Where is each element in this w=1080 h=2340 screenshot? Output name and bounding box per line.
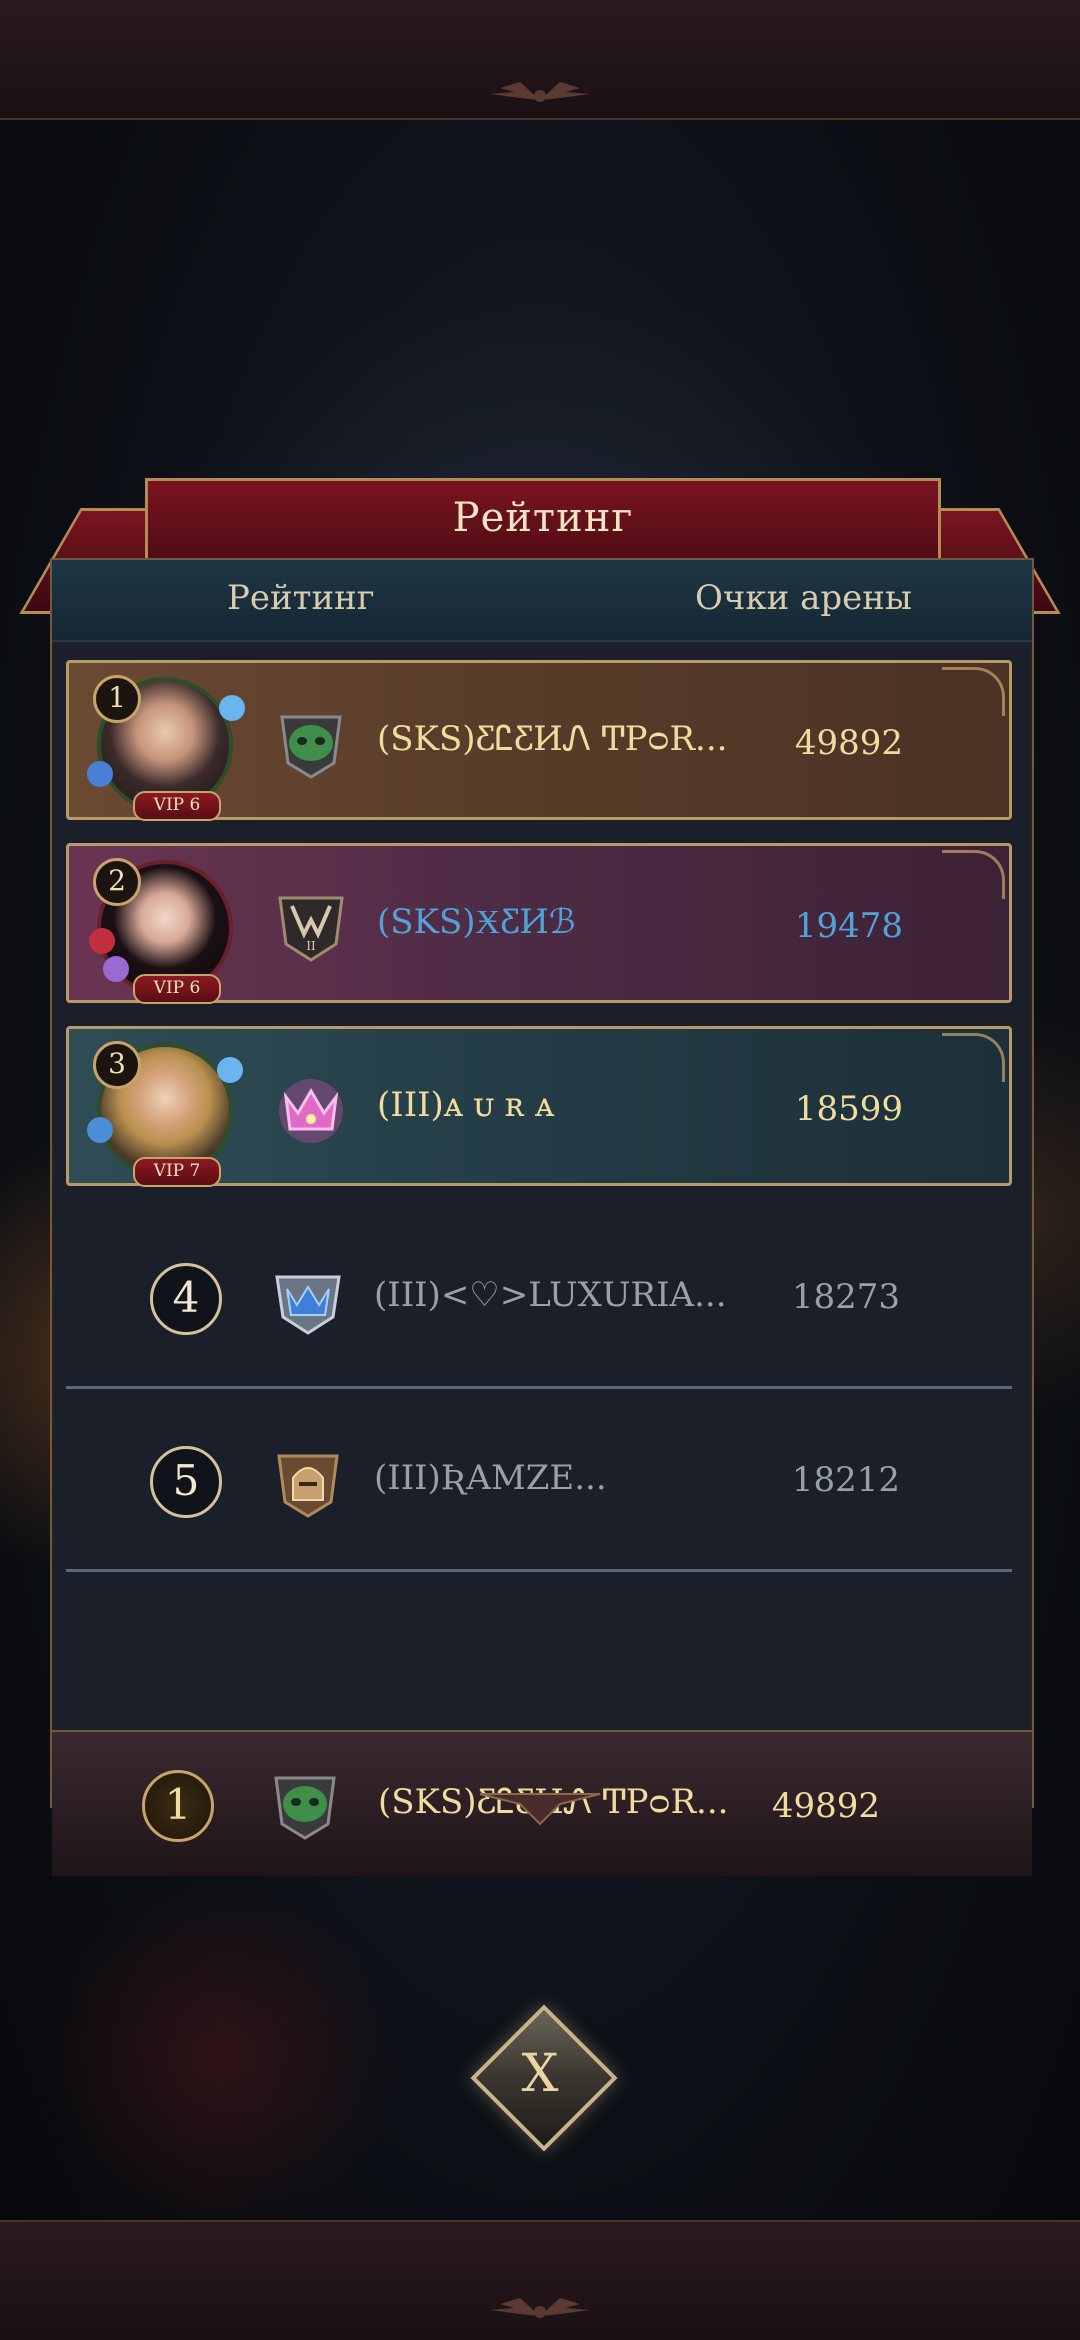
- arena-points: 49892: [794, 723, 904, 763]
- corner-flourish-icon: [942, 850, 1005, 899]
- vip-badge: VIP 6: [133, 791, 221, 821]
- dialog-title: Рейтинг: [452, 495, 634, 541]
- flower-icon: [89, 928, 115, 954]
- bat-ornament-icon: [490, 82, 590, 102]
- ranking-row-1[interactable]: 1 VIP 6 (SKS)ƸᏝƸИᏁ ͲРᴑR... 49892: [66, 660, 1012, 821]
- header-rank: Рейтинг: [227, 578, 375, 618]
- arena-points: 18273: [791, 1277, 901, 1317]
- close-icon: X: [521, 2044, 559, 2104]
- ranking-row-2[interactable]: 2 VIP 6 II (SKS)ӾƸИℬ 19478: [66, 843, 1012, 1004]
- player-name: (III)ᴀ ᴜ ʀ ᴀ: [377, 1085, 555, 1125]
- bottom-decorative-bar: [0, 2220, 1080, 2340]
- ranking-panel: Рейтинг Очки арены 1 VIP 6 (SKS)ƸᏝƸИᏁ ͲР…: [50, 558, 1034, 1876]
- ranking-list[interactable]: 1 VIP 6 (SKS)ƸᏝƸИᏁ ͲРᴑR... 49892 2 VIP 6…: [66, 660, 1018, 1660]
- bat-ornament-icon: [490, 2298, 590, 2318]
- close-button[interactable]: X: [470, 2004, 618, 2152]
- green-mask-emblem-icon: [274, 1776, 336, 1840]
- flower-icon: [217, 1057, 243, 1083]
- player-name: (SKS)ƸᏝƸИᏁ ͲРᴑR...: [377, 719, 728, 759]
- player-name: (III)<♡>LUXURIA...: [374, 1275, 727, 1315]
- svg-text:II: II: [306, 939, 316, 953]
- corner-flourish-icon: [942, 1033, 1005, 1082]
- header-points: Очки арены: [695, 578, 912, 618]
- ranking-dialog: Рейтинг Рейтинг Очки арены 1 VIP 6 (SKS)…: [19, 478, 1061, 1876]
- top-decorative-bar: [0, 0, 1080, 120]
- rank-badge: 3: [93, 1041, 141, 1089]
- rank-number: 5: [150, 1446, 222, 1518]
- rank-badge: 1: [93, 675, 141, 723]
- flower-icon: [219, 695, 245, 721]
- flower-icon: [87, 761, 113, 787]
- flower-icon: [87, 1117, 113, 1143]
- player-name: (III)ƦAMZE...: [374, 1458, 607, 1498]
- arena-points: 18212: [791, 1460, 901, 1500]
- ranking-row-5[interactable]: 5 (III)ƦAMZE... 18212: [66, 1392, 1012, 1572]
- ranking-row-4[interactable]: 4 (III)<♡>LUXURIA... 18273: [66, 1209, 1012, 1389]
- helmet-emblem-icon: [277, 1454, 339, 1518]
- rank-number: 4: [150, 1263, 222, 1335]
- flower-icon: [103, 956, 129, 982]
- pink-crown-emblem-icon: [279, 1079, 343, 1143]
- blue-crown-emblem-icon: [275, 1275, 341, 1335]
- player-name: (SKS)ӾƸИℬ: [377, 902, 576, 942]
- green-mask-emblem-icon: [280, 715, 342, 779]
- arena-points: 19478: [794, 906, 904, 946]
- my-rank-number: 1: [142, 1770, 214, 1842]
- ranking-row-3[interactable]: 3 VIP 7 (III)ᴀ ᴜ ʀ ᴀ 18599: [66, 1026, 1012, 1187]
- arena-points: 18599: [794, 1089, 904, 1129]
- dialog-bottom-ornament-icon: [479, 1793, 601, 1826]
- vip-badge: VIP 7: [133, 1157, 221, 1187]
- title-banner: Рейтинг: [145, 478, 941, 563]
- vip-badge: VIP 6: [133, 974, 221, 1004]
- corner-flourish-icon: [942, 667, 1005, 716]
- rank-badge: 2: [93, 858, 141, 906]
- ranking-row-6[interactable]: [66, 1575, 1012, 1660]
- my-arena-points: 49892: [771, 1786, 881, 1826]
- winged-shield-emblem-icon: II: [278, 896, 344, 962]
- column-header: Рейтинг Очки арены: [52, 560, 1032, 642]
